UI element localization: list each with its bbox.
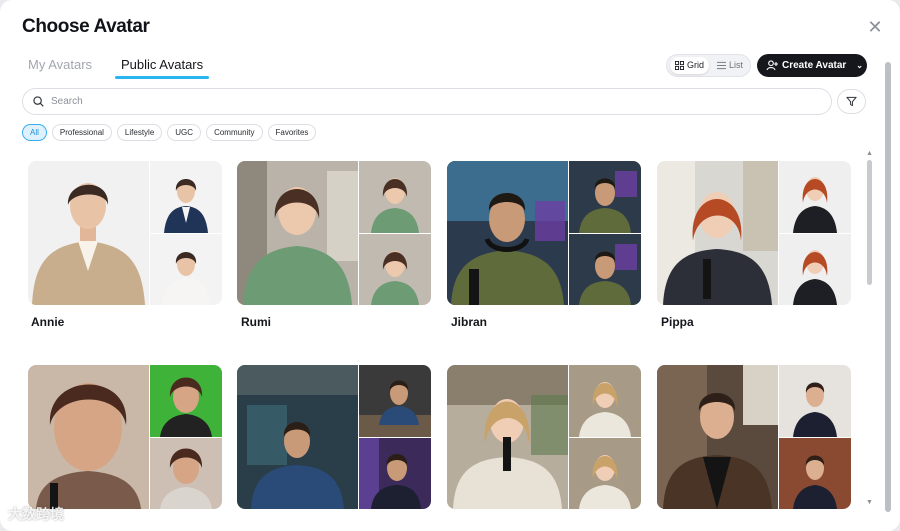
avatar-name: Annie [31,315,65,329]
avatar-name: Rumi [241,315,271,329]
avatar-preview-image [657,161,778,305]
avatar-thumbnail [779,161,851,233]
avatar-card[interactable] [28,365,222,509]
avatar-grid: Annie Rumi Jibran Pippa [0,0,880,531]
avatar-preview-image [28,161,149,305]
watermark-logo: 大数跨境 [8,507,64,523]
avatar-thumbnail [779,365,851,437]
grid-scrollbar-thumb[interactable] [867,160,872,285]
avatar-name: Jibran [451,315,488,329]
avatar-preview-image [28,365,149,509]
avatar-card-jibran[interactable] [447,161,641,305]
window-scrollbar-thumb[interactable] [885,62,891,512]
avatar-card[interactable] [237,365,431,509]
avatar-thumbnail [359,161,431,233]
avatar-thumbnail [779,234,851,305]
avatar-card[interactable] [657,365,851,509]
avatar-preview-image [447,161,568,305]
avatar-thumbnail [569,161,641,233]
avatar-thumbnail [150,438,222,509]
avatar-thumbnail [150,234,222,305]
avatar-thumbnail [569,438,641,509]
avatar-thumbnail [779,438,851,509]
avatar-preview-image [657,365,778,509]
avatar-card[interactable] [447,365,641,509]
scroll-down-arrow-icon[interactable]: ▼ [866,499,873,506]
avatar-preview-image [237,161,358,305]
avatar-card-rumi[interactable] [237,161,431,305]
avatar-thumbnail [359,365,431,437]
avatar-thumbnail [569,365,641,437]
avatar-preview-image [237,365,358,509]
avatar-thumbnail [150,161,222,233]
avatar-thumbnail [569,234,641,305]
avatar-card-annie[interactable] [28,161,222,305]
avatar-card-pippa[interactable] [657,161,851,305]
avatar-preview-image [447,365,568,509]
scroll-up-arrow-icon[interactable]: ▲ [866,150,873,157]
avatar-thumbnail [150,365,222,437]
avatar-thumbnail [359,438,431,509]
choose-avatar-dialog: Choose Avatar ✕ My Avatars Public Avatar… [0,0,900,531]
avatar-name: Pippa [661,315,694,329]
avatar-thumbnail [359,234,431,305]
